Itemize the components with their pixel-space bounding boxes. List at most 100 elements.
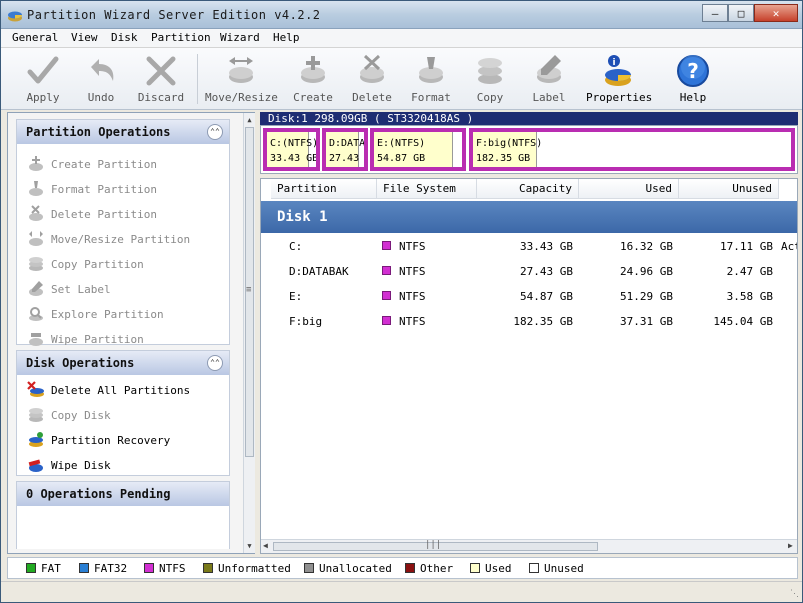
partition-size: 33.43 GB bbox=[270, 153, 319, 164]
copy-partition-icon bbox=[29, 257, 43, 271]
scroll-right-arrow-icon[interactable]: ▶ bbox=[788, 541, 793, 550]
scroll-down-arrow-icon[interactable]: ▼ bbox=[245, 541, 254, 551]
scroll-left-arrow-icon[interactable]: ◀ bbox=[263, 541, 268, 550]
move-resize-label: Move/Resize bbox=[205, 91, 278, 104]
menu-disk[interactable]: Disk bbox=[109, 31, 140, 44]
legend-swatch bbox=[529, 563, 539, 573]
disk-map-partition-c[interactable]: C:(NTFS) 33.43 GB bbox=[263, 128, 320, 171]
cell-status: Act bbox=[781, 240, 797, 253]
legend-item-unallocated: Unallocated bbox=[304, 562, 392, 575]
disk-map-partition-e[interactable]: E:(NTFS) 54.87 GB bbox=[370, 128, 466, 171]
scroll-up-arrow-icon[interactable]: ▲ bbox=[245, 115, 254, 125]
column-header-file-system[interactable]: File System bbox=[377, 179, 477, 199]
svg-text:?: ? bbox=[687, 59, 699, 83]
partition-operations-header[interactable]: Partition Operations ⌃⌃ bbox=[17, 120, 229, 144]
cell-capacity: 54.87 GB bbox=[520, 290, 573, 303]
op-wipe-partition[interactable]: Wipe Partition bbox=[27, 330, 227, 348]
partition-size: 54.87 GB bbox=[377, 153, 426, 164]
pending-operations-header: 0 Operations Pending bbox=[17, 482, 229, 506]
op-move-resize-partition[interactable]: Move/Resize Partition bbox=[27, 230, 227, 248]
op-delete-all-partitions[interactable]: Delete All Partitions bbox=[27, 381, 227, 399]
column-header-used[interactable]: Used bbox=[579, 179, 679, 199]
ntfs-color-swatch bbox=[382, 316, 391, 325]
set-label-icon bbox=[29, 281, 43, 296]
resize-grip-icon[interactable]: ⋱ bbox=[790, 589, 799, 599]
op-label: Explore Partition bbox=[51, 308, 164, 321]
apply-label: Apply bbox=[26, 91, 60, 104]
table-horizontal-scrollbar[interactable]: ◀ ||| ▶ bbox=[261, 539, 797, 553]
legend-swatch bbox=[304, 563, 314, 573]
help-button[interactable]: ? Help bbox=[663, 51, 723, 107]
undo-icon bbox=[91, 59, 114, 81]
cell-unused: 2.47 GB bbox=[726, 265, 773, 278]
op-wipe-disk[interactable]: Wipe Disk bbox=[27, 456, 227, 474]
label-button[interactable]: Label bbox=[519, 51, 579, 107]
op-label: Copy Disk bbox=[51, 409, 111, 422]
cell-used: 16.32 GB bbox=[620, 240, 673, 253]
scroll-grip-icon: ||| bbox=[425, 540, 442, 550]
op-copy-partition[interactable]: Copy Partition bbox=[27, 255, 227, 273]
cell-file-system: NTFS bbox=[399, 290, 426, 303]
collapse-chevron-icon[interactable]: ⌃⌃ bbox=[207, 355, 223, 371]
create-partition-icon bbox=[29, 156, 43, 171]
format-label: Format bbox=[411, 91, 451, 104]
column-header-capacity[interactable]: Capacity bbox=[477, 179, 579, 199]
op-copy-disk[interactable]: Copy Disk bbox=[27, 406, 227, 424]
format-button[interactable]: Format bbox=[401, 51, 461, 107]
delete-all-partitions-icon bbox=[27, 381, 44, 397]
minimize-button[interactable]: — bbox=[702, 4, 728, 22]
maximize-button[interactable]: □ bbox=[728, 4, 754, 22]
menu-wizard[interactable]: Wizard bbox=[218, 31, 262, 44]
explore-partition-icon bbox=[29, 307, 43, 321]
legend-item-unformatted: Unformatted bbox=[203, 562, 291, 575]
menu-bar: General View Disk Partition Wizard Help bbox=[1, 29, 802, 48]
cell-used: 37.31 GB bbox=[620, 315, 673, 328]
left-panel-scrollbar[interactable]: ▲ ≡ ▼ bbox=[243, 113, 255, 553]
disk-operations-title: Disk Operations bbox=[26, 356, 135, 370]
undo-button[interactable]: Undo bbox=[71, 51, 131, 107]
disk-group-row[interactable]: Disk 1 bbox=[261, 201, 797, 233]
table-row[interactable]: C: NTFS 33.43 GB 16.32 GB 17.11 GB Act bbox=[261, 235, 797, 257]
legend-label: FAT bbox=[41, 562, 61, 575]
op-partition-recovery[interactable]: Partition Recovery bbox=[27, 431, 227, 449]
legend-swatch bbox=[470, 563, 480, 573]
partition-size: 27.43 GB bbox=[329, 153, 364, 164]
column-header-unused[interactable]: Unused bbox=[679, 179, 779, 199]
table-row[interactable]: E: NTFS 54.87 GB 51.29 GB 3.58 GB bbox=[261, 285, 797, 307]
menu-general[interactable]: General bbox=[10, 31, 60, 44]
disk-operations-header[interactable]: Disk Operations ⌃⌃ bbox=[17, 351, 229, 375]
cell-unused: 17.11 GB bbox=[720, 240, 773, 253]
discard-button[interactable]: Discard bbox=[131, 51, 191, 107]
cell-partition: C: bbox=[289, 240, 303, 253]
op-create-partition[interactable]: Create Partition bbox=[27, 155, 227, 173]
op-format-partition[interactable]: Format Partition bbox=[27, 180, 227, 198]
menu-help[interactable]: Help bbox=[271, 31, 302, 44]
properties-button[interactable]: i Properties bbox=[586, 51, 652, 107]
column-header-partition[interactable]: Partition bbox=[271, 179, 377, 199]
create-button[interactable]: Create bbox=[283, 51, 343, 107]
menu-view[interactable]: View bbox=[69, 31, 100, 44]
table-row[interactable]: D:DATABAK NTFS 27.43 GB 24.96 GB 2.47 GB bbox=[261, 260, 797, 282]
op-delete-partition[interactable]: Delete Partition bbox=[27, 205, 227, 223]
help-icon: ? bbox=[677, 55, 709, 87]
delete-button[interactable]: Delete bbox=[342, 51, 402, 107]
ntfs-color-swatch bbox=[382, 291, 391, 300]
op-set-label[interactable]: Set Label bbox=[27, 280, 227, 298]
disk-operations-section: Disk Operations ⌃⌃ Delete All Partitions… bbox=[16, 350, 230, 476]
discard-label: Discard bbox=[137, 91, 185, 104]
close-button[interactable]: ✕ bbox=[754, 4, 798, 22]
disk-map-partition-f[interactable]: F:big(NTFS) 182.35 GB bbox=[469, 128, 795, 171]
create-label: Create bbox=[293, 91, 333, 104]
copy-button[interactable]: Copy bbox=[460, 51, 520, 107]
move-resize-button[interactable]: Move/Resize bbox=[205, 51, 278, 107]
menu-partition[interactable]: Partition bbox=[149, 31, 213, 44]
table-row[interactable]: F:big NTFS 182.35 GB 37.31 GB 145.04 GB bbox=[261, 310, 797, 332]
op-explore-partition[interactable]: Explore Partition bbox=[27, 305, 227, 323]
cell-unused: 145.04 GB bbox=[713, 315, 773, 328]
disk-map-partition-d[interactable]: D:DATABAK(NTFS) 27.43 GB bbox=[322, 128, 368, 171]
partition-operations-title: Partition Operations bbox=[26, 125, 171, 139]
collapse-chevron-icon[interactable]: ⌃⌃ bbox=[207, 124, 223, 140]
apply-button[interactable]: Apply bbox=[13, 51, 73, 107]
undo-label: Undo bbox=[87, 91, 115, 104]
op-label: Format Partition bbox=[51, 183, 157, 196]
